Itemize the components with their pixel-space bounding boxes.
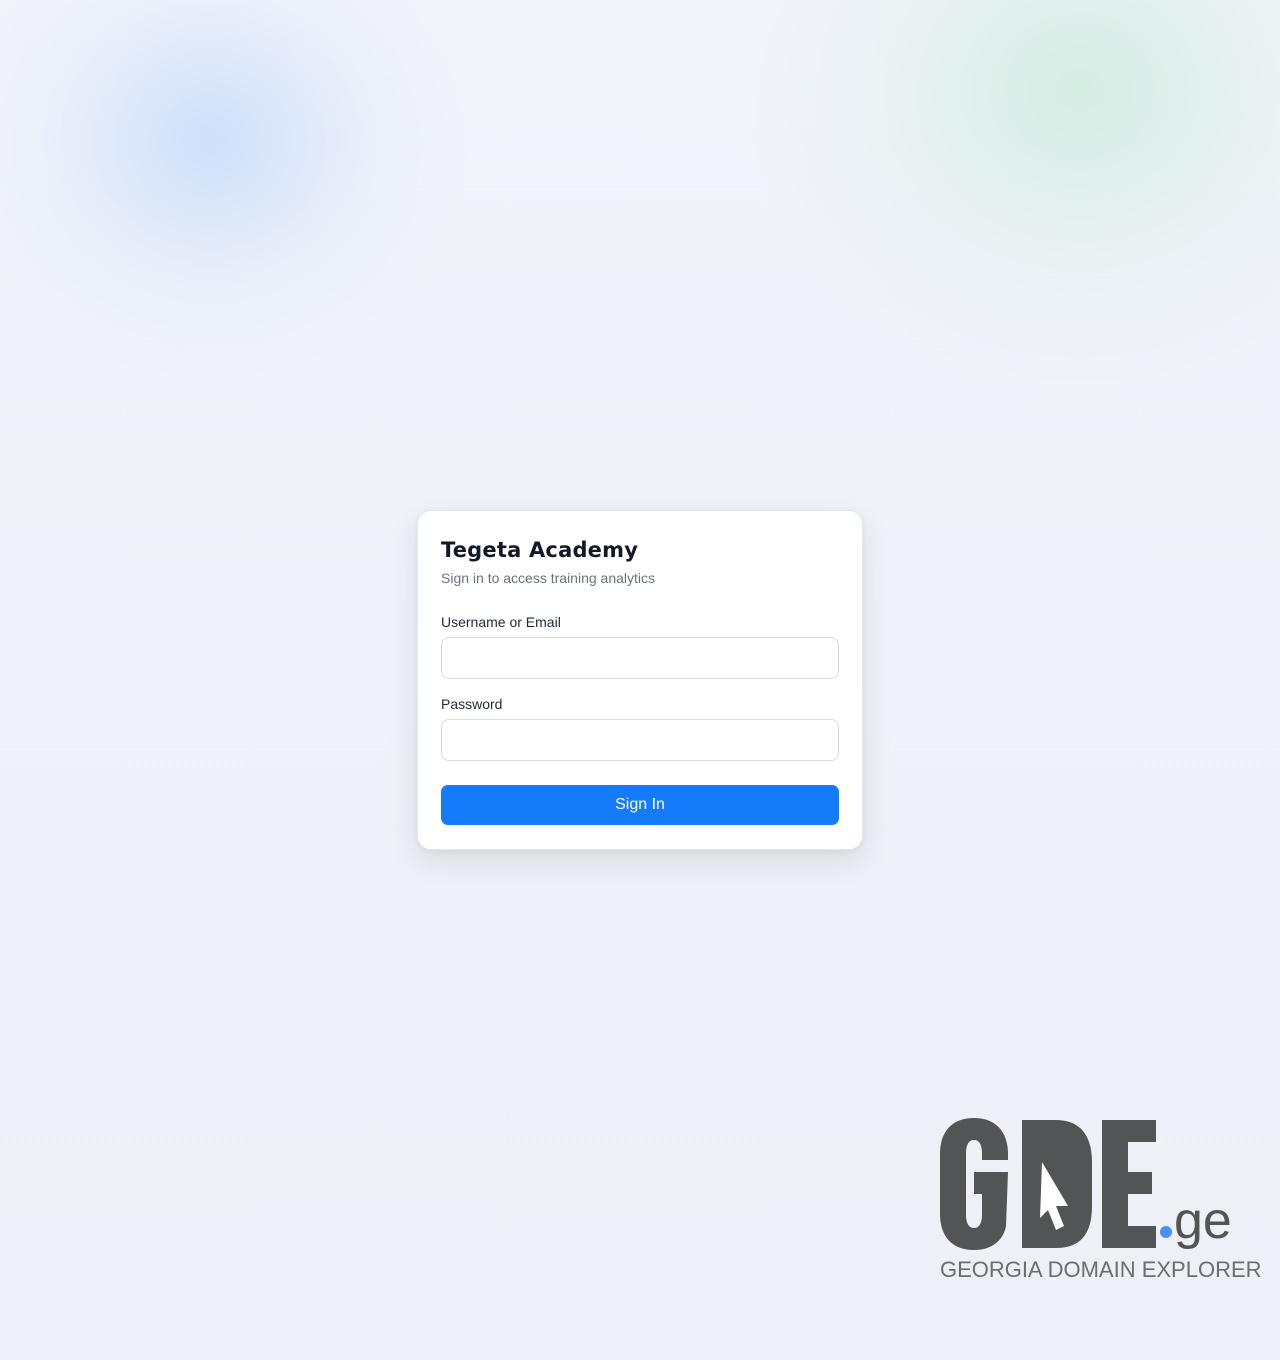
logo-suffix-ge: ge	[1174, 1192, 1232, 1250]
username-field-group: Username or Email	[441, 613, 839, 679]
username-label: Username or Email	[441, 614, 561, 630]
app-subtitle: Sign in to access training analytics	[441, 570, 655, 586]
password-field-group: Password	[441, 695, 839, 761]
logo-letter-e	[1102, 1120, 1156, 1248]
logo-tagline: GEORGIA DOMAIN EXPLORER	[940, 1257, 1262, 1282]
password-input[interactable]	[441, 719, 839, 761]
password-label: Password	[441, 696, 503, 712]
logo-dot	[1160, 1226, 1172, 1238]
username-input[interactable]	[441, 637, 839, 679]
logo-letter-g	[940, 1118, 1008, 1250]
login-card: Tegeta Academy Sign in to access trainin…	[417, 510, 863, 850]
sign-in-button[interactable]: Sign In	[441, 785, 839, 825]
app-title: Tegeta Academy	[441, 538, 639, 562]
